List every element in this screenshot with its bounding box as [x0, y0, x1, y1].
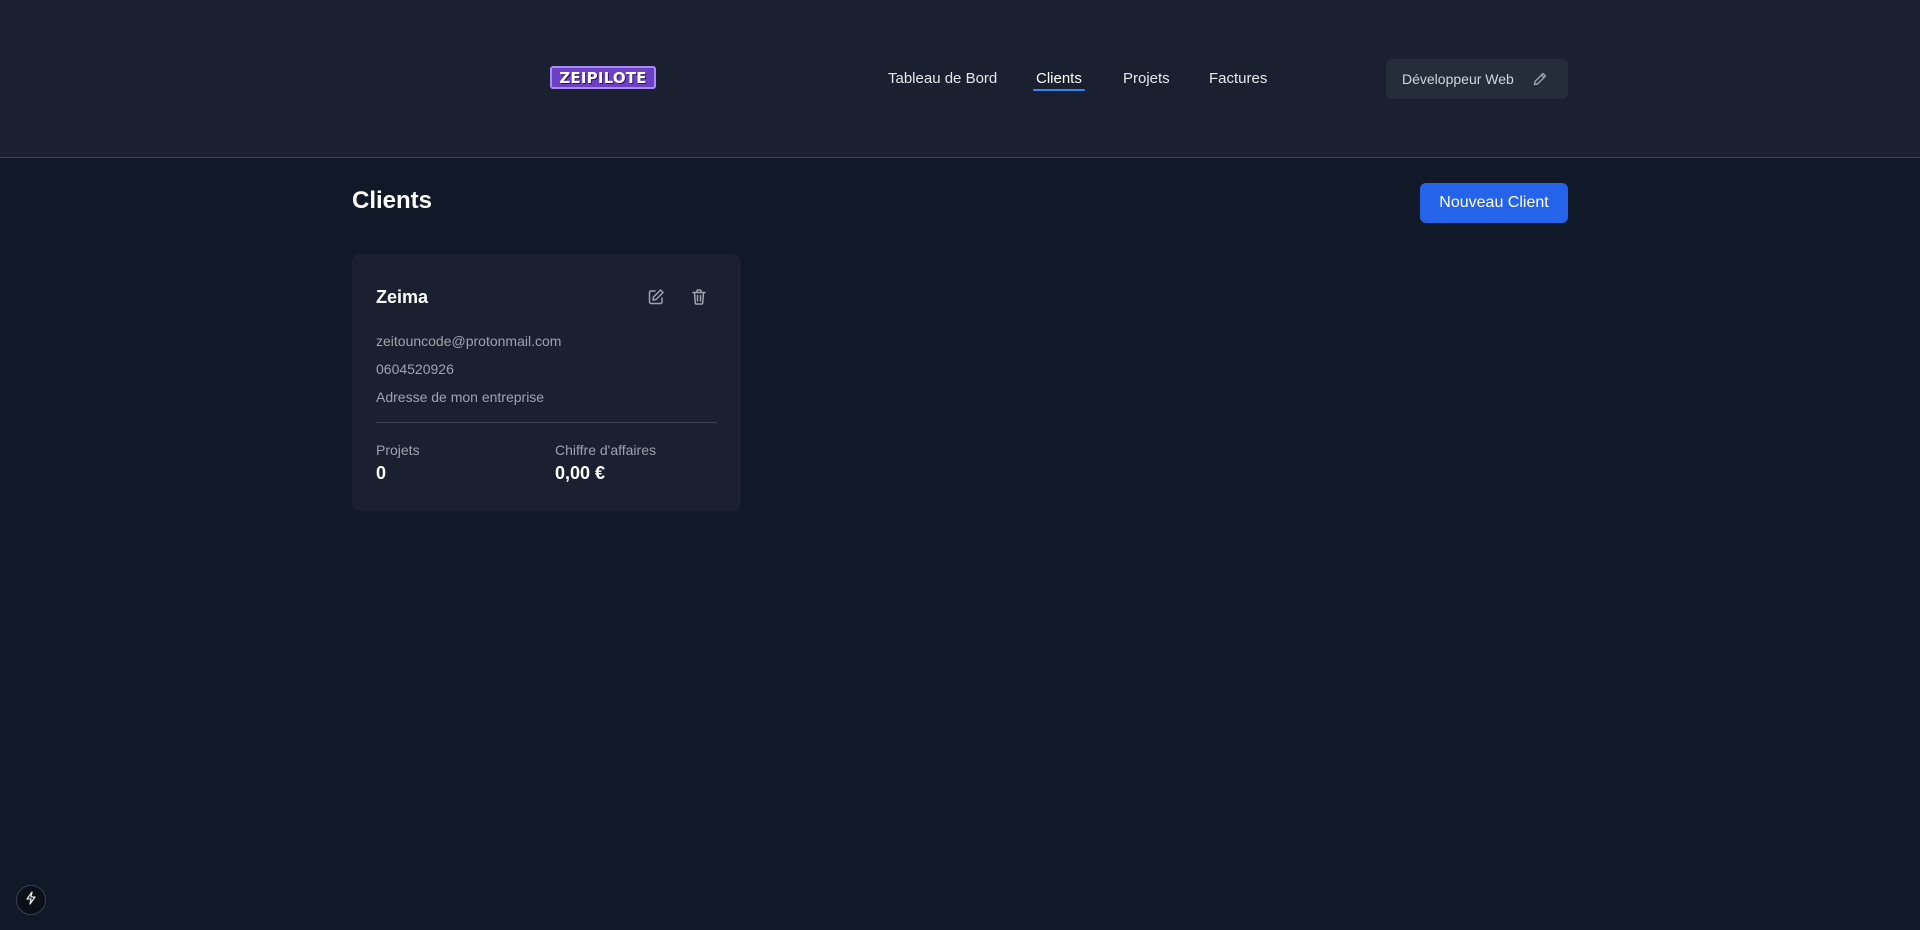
card-divider: [376, 422, 717, 423]
trash-icon[interactable]: [688, 286, 710, 308]
edit-icon[interactable]: [645, 286, 667, 308]
bolt-button[interactable]: [16, 885, 46, 915]
active-tab-underline: [1033, 89, 1085, 91]
client-phone: 0604520926: [376, 361, 454, 377]
nav-item-tableau-de-bord[interactable]: Tableau de Bord: [888, 70, 997, 87]
revenue-value: 0,00 €: [555, 463, 606, 483]
bolt-icon: [24, 890, 38, 910]
nav-label: Projets: [1123, 70, 1170, 87]
profile-button[interactable]: Développeur Web: [1386, 59, 1568, 99]
page-title: Clients: [352, 187, 433, 214]
app-header: ZEIPILOTE Tableau de Bord Clients Projet…: [0, 0, 1920, 158]
client-email: zeitouncode@protonmail.com: [376, 333, 562, 349]
profile-label: Développeur Web: [1402, 71, 1514, 87]
client-card: Zeima zeitouncode@protonmail.com 0604520…: [352, 254, 741, 511]
pencil-icon: [1532, 71, 1548, 87]
nav-item-clients[interactable]: Clients: [1033, 70, 1085, 91]
nav-label: Tableau de Bord: [888, 70, 998, 87]
nav-item-projets[interactable]: Projets: [1123, 70, 1170, 87]
projects-label: Projets: [376, 442, 420, 458]
nav-item-factures[interactable]: Factures: [1209, 70, 1267, 87]
client-name: Zeima: [376, 287, 429, 307]
revenue-label: Chiffre d'affaires: [555, 442, 656, 458]
main-nav: Tableau de Bord Clients Projets Factures: [0, 70, 1920, 94]
nav-label: Clients: [1036, 70, 1082, 87]
client-address: Adresse de mon entreprise: [376, 389, 545, 405]
nav-label: Factures: [1209, 70, 1268, 87]
projects-count: 0: [376, 463, 387, 483]
new-client-button[interactable]: Nouveau Client: [1420, 183, 1568, 223]
